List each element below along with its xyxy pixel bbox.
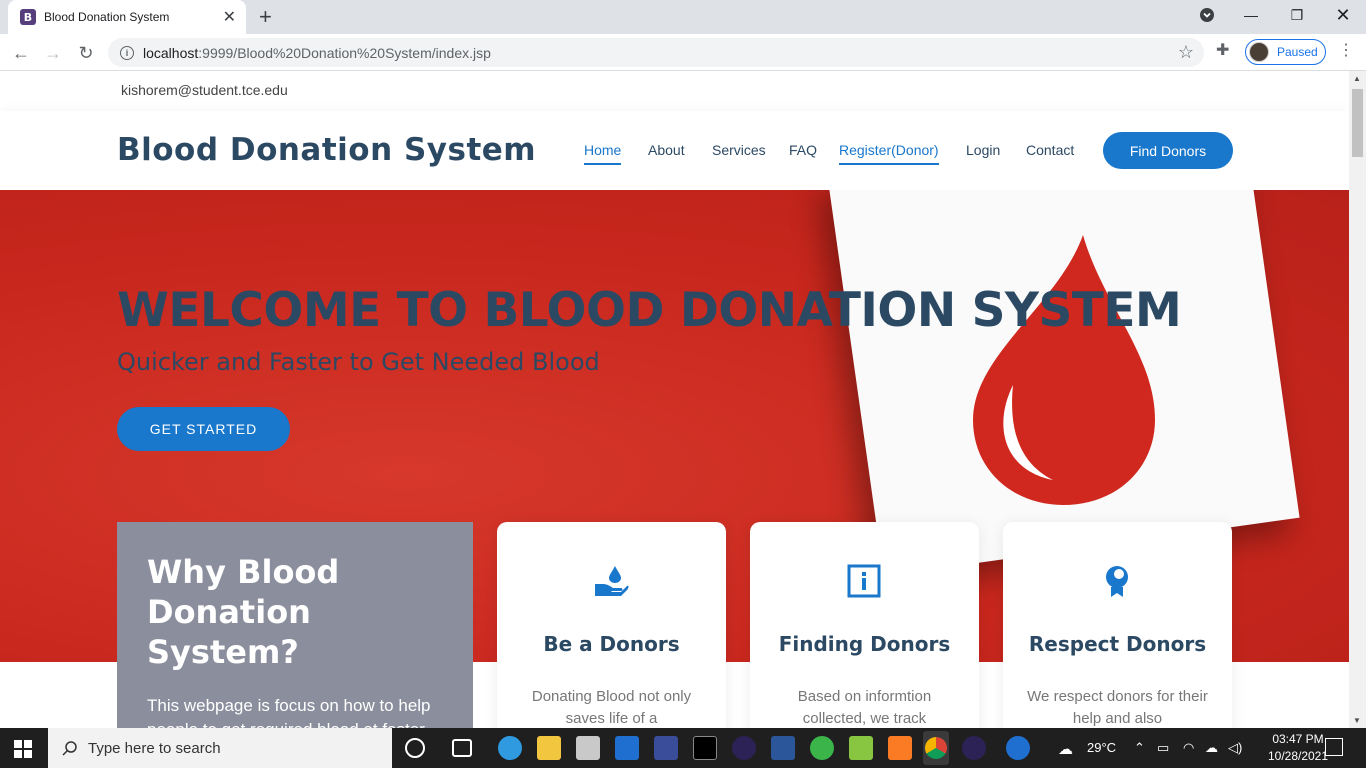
extensions-puzzle-icon[interactable]: ✚ — [1216, 40, 1229, 60]
dev-c-icon[interactable] — [654, 736, 678, 760]
clock-date: 10/28/2021 — [1267, 749, 1329, 763]
forward-icon[interactable]: → — [40, 40, 66, 66]
donate-hand-icon — [595, 566, 629, 596]
why-title: Why Blood Donation System? — [147, 552, 443, 672]
volume-icon[interactable]: ◁) — [1228, 740, 1242, 756]
restore-icon[interactable]: ❐ — [1274, 0, 1320, 30]
why-text: This webpage is focus on how to help peo… — [147, 696, 431, 728]
info-square-icon — [847, 564, 881, 598]
taskbar-search[interactable]: Type here to search — [48, 728, 392, 768]
nav-services[interactable]: Services — [712, 142, 766, 158]
card-finding-donors[interactable]: Finding Donors Based on informtion colle… — [750, 522, 979, 728]
tab-search-icon[interactable] — [1184, 0, 1230, 30]
browser-tab[interactable]: B Blood Donation System ✕ — [8, 0, 246, 34]
browser-tab-strip: B Blood Donation System ✕ + — ❐ ✕ — [0, 0, 1366, 34]
nav-contact[interactable]: Contact — [1026, 142, 1074, 158]
hero-title: WELCOME TO BLOOD DONATION SYSTEM — [117, 283, 1182, 338]
notification-icon[interactable] — [1325, 738, 1343, 756]
why-title-line1: Why Blood — [147, 553, 340, 591]
word-icon[interactable] — [771, 736, 795, 760]
card-title: Be a Donors — [543, 632, 680, 656]
card-be-a-donor[interactable]: Be a Donors Donating Blood not only save… — [497, 522, 726, 728]
scroll-up-icon[interactable]: ▲ — [1353, 74, 1361, 83]
profile-button[interactable]: Paused — [1245, 39, 1326, 65]
store-icon[interactable] — [576, 736, 600, 760]
url-host: localhost — [143, 44, 199, 61]
chrome-taskbar-item[interactable] — [923, 731, 949, 765]
reload-icon[interactable]: ↻ — [73, 40, 99, 66]
close-tab-icon[interactable]: ✕ — [223, 7, 236, 27]
tray-chevron-icon[interactable]: ⌃ — [1134, 740, 1145, 756]
browser-toolbar: ← → ↻ i localhost:9999/Blood%20Donation%… — [0, 34, 1366, 71]
web-page: kishorem@student.tce.edu Blood Donation … — [0, 71, 1349, 728]
page-scrollbar[interactable]: ▲ ▼ — [1349, 71, 1366, 728]
eclipse-2-icon[interactable] — [962, 736, 986, 760]
nav-faq[interactable]: FAQ — [789, 142, 817, 158]
weather-temp[interactable]: 29°C — [1087, 740, 1116, 755]
weather-cloud-icon[interactable]: ☁ — [1058, 740, 1073, 758]
xampp-icon[interactable] — [888, 736, 912, 760]
cortana-icon[interactable] — [405, 738, 425, 758]
onedrive-icon[interactable]: ☁ — [1205, 740, 1218, 756]
card-text: Donating Blood not only saves life of a — [531, 688, 692, 727]
scroll-thumb[interactable] — [1352, 89, 1363, 157]
award-medal-icon — [1106, 566, 1128, 597]
bootstrap-favicon-icon: B — [20, 9, 36, 25]
close-window-icon[interactable]: ✕ — [1320, 0, 1366, 30]
chrome-icon — [925, 737, 947, 759]
terminal-icon[interactable] — [693, 736, 717, 760]
nav-home[interactable]: Home — [584, 142, 622, 165]
windows-start-icon[interactable] — [14, 740, 32, 758]
help-icon[interactable] — [1006, 736, 1030, 760]
why-box: Why Blood Donation System? This webpage … — [117, 522, 473, 728]
blood-drop-image — [973, 235, 1155, 505]
notepad-plus-icon[interactable] — [849, 736, 873, 760]
site-logo[interactable]: Blood Donation System — [117, 132, 536, 168]
search-placeholder: Type here to search — [88, 739, 221, 757]
chrome-menu-icon[interactable]: ⋮ — [1338, 40, 1354, 60]
back-icon[interactable]: ← — [8, 40, 34, 66]
site-header: Blood Donation System Home About Service… — [0, 111, 1349, 190]
profile-status: Paused — [1277, 45, 1318, 59]
tab-title: Blood Donation System — [44, 10, 170, 24]
new-tab-icon[interactable]: + — [259, 5, 272, 29]
minimize-icon[interactable]: — — [1228, 0, 1274, 30]
why-title-line2: Donation System? — [147, 593, 311, 671]
card-title: Finding Donors — [778, 632, 951, 656]
wifi-icon[interactable]: ◠ — [1183, 740, 1194, 756]
atom-icon[interactable] — [810, 736, 834, 760]
hero-subtitle: Quicker and Faster to Get Needed Blood — [117, 348, 600, 376]
site-info-icon[interactable]: i — [120, 45, 134, 60]
nav-login[interactable]: Login — [966, 142, 1000, 158]
card-respect-donors[interactable]: Respect Donors We respect donors for the… — [1003, 522, 1232, 728]
card-text: We respect donors for their help and als… — [1027, 688, 1208, 727]
contact-email[interactable]: kishorem@student.tce.edu — [121, 82, 288, 98]
card-text: Based on informtion collected, we track — [797, 688, 932, 727]
mail-icon[interactable] — [615, 736, 639, 760]
system-clock[interactable]: 03:47 PM 10/28/2021 — [1267, 731, 1329, 765]
get-started-button[interactable]: GET STARTED — [117, 407, 290, 451]
card-title: Respect Donors — [1028, 632, 1207, 656]
clock-time: 03:47 PM — [1272, 732, 1324, 746]
windows-taskbar: Type here to search ☁ 29°C ⌃ ▭ ◠ ☁ ◁) 03… — [0, 728, 1366, 768]
edge-icon[interactable] — [498, 736, 522, 760]
find-donors-button[interactable]: Find Donors — [1103, 132, 1233, 169]
bookmark-star-icon[interactable]: ☆ — [1178, 42, 1194, 63]
eclipse-icon[interactable] — [732, 736, 756, 760]
nav-about[interactable]: About — [648, 142, 685, 158]
nav-register-donor[interactable]: Register(Donor) — [839, 142, 939, 165]
top-bar: kishorem@student.tce.edu — [0, 71, 1349, 111]
battery-icon[interactable]: ▭ — [1157, 740, 1169, 756]
task-view-icon[interactable] — [452, 739, 472, 757]
search-icon — [62, 741, 77, 756]
url-text: localhost:9999/Blood%20Donation%20System… — [143, 45, 491, 61]
address-bar[interactable]: i localhost:9999/Blood%20Donation%20Syst… — [108, 38, 1204, 67]
file-explorer-icon[interactable] — [537, 736, 561, 760]
scroll-down-icon[interactable]: ▼ — [1353, 716, 1361, 725]
url-path: :9999/Blood%20Donation%20System/index.js… — [198, 44, 491, 61]
avatar — [1249, 42, 1269, 62]
